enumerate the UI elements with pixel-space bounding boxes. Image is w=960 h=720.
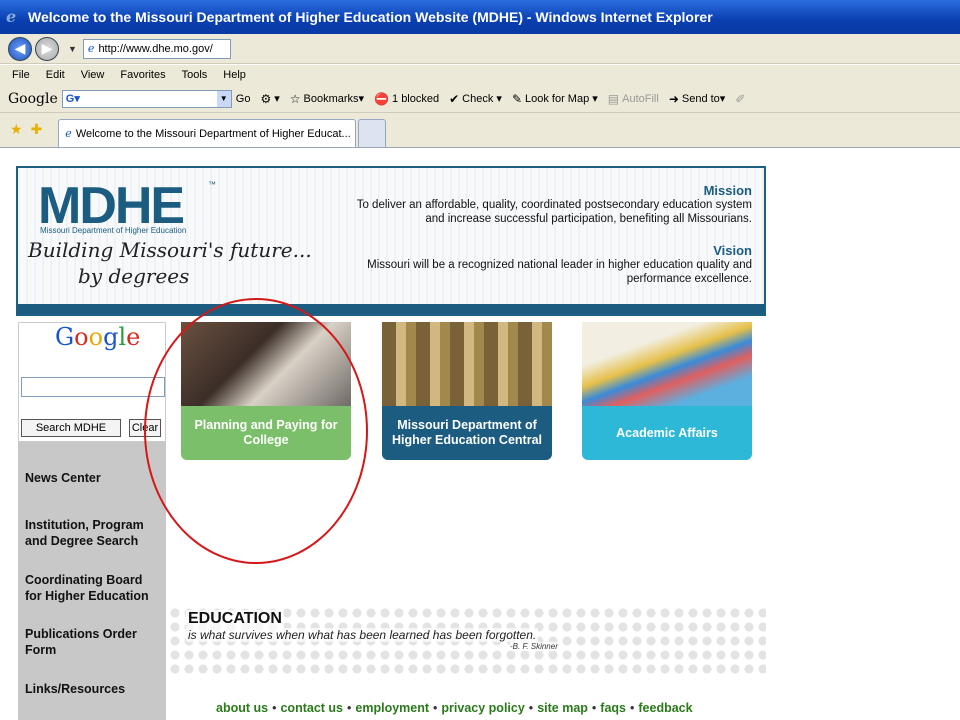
ie-logo-icon: e (6, 7, 17, 26)
mission-block: Mission To deliver an affordable, qualit… (352, 184, 752, 226)
trademark-mark: ™ (208, 180, 216, 189)
tile-academic-affairs[interactable]: Academic Affairs (582, 322, 752, 460)
red-highlight-circle (144, 298, 368, 564)
star-icon: ☆ (289, 91, 301, 106)
menu-favorites[interactable]: Favorites (120, 69, 165, 81)
forward-button[interactable]: ▶ (35, 36, 59, 61)
google-g-icon[interactable]: G▾ (63, 92, 80, 105)
tile-label: Academic Affairs (582, 406, 752, 460)
back-button[interactable]: ◀ (8, 36, 32, 61)
search-mdhe-button[interactable]: Search MDHE (21, 419, 121, 437)
look-for-map-button[interactable]: ✎ Look for Map ▾ (512, 92, 598, 106)
vision-block: Vision Missouri will be a recognized nat… (352, 244, 752, 286)
nav-publications-order[interactable]: Publications Order Form (25, 626, 160, 658)
favorites-center-icon[interactable]: ★ (10, 121, 23, 138)
send-to-button[interactable]: ➜ Send to▾ (669, 92, 726, 106)
add-favorites-icon[interactable]: ✚ (31, 121, 43, 138)
url-text: http://www.dhe.mo.gov/ (98, 42, 213, 55)
autofill-button[interactable]: ▤ AutoFill (608, 92, 659, 106)
spellcheck-button[interactable]: ✔ Check ▾ (449, 92, 502, 106)
options-icon: ⚙ (260, 91, 272, 106)
chevron-down-icon[interactable]: ▼ (216, 90, 231, 107)
highlighter-button[interactable]: ✐ (735, 92, 748, 106)
menu-tools[interactable]: Tools (182, 69, 208, 81)
window-title: Welcome to the Missouri Department of Hi… (28, 9, 713, 25)
menu-file[interactable]: File (12, 69, 30, 81)
google-toolbar-logo[interactable]: Google (8, 91, 58, 107)
google-logo: Google (55, 323, 141, 351)
popup-blocked-icon: ⛔ (374, 91, 390, 106)
site-search-input[interactable] (21, 377, 165, 397)
google-toolbar: Google G▾ ▼ Go ⚙ ▾ ☆ Bookmarks▾ ⛔ 1 blocked… (0, 85, 960, 113)
menu-bar: File Edit View Favorites Tools Help (0, 65, 960, 85)
nav-institution-search[interactable]: Institution, Program and Degree Search (25, 517, 160, 549)
tile-mdhe-central[interactable]: Missouri Department of Higher Education … (382, 322, 552, 460)
footer-feedback[interactable]: feedback (638, 701, 692, 715)
mission-title: Mission (703, 183, 752, 198)
nav-links-resources[interactable]: Links/Resources (25, 681, 160, 697)
tab-mdhe[interactable]: e Welcome to the Missouri Department of … (58, 119, 357, 147)
google-go-button[interactable]: Go (236, 93, 251, 105)
google-toolbar-search-input[interactable]: G▾ ▼ (61, 89, 232, 108)
education-quote-block: EDUCATION is what survives when what has… (168, 606, 766, 678)
spellcheck-icon: ✔ (449, 91, 460, 106)
toolbar-options-button[interactable]: ⚙ ▾ (260, 92, 279, 106)
footer-about-us[interactable]: about us (216, 701, 268, 715)
footer-faqs[interactable]: faqs (600, 701, 626, 715)
bookmarks-button[interactable]: ☆ Bookmarks▾ (290, 92, 364, 106)
url-input[interactable]: e http://www.dhe.mo.gov/ (82, 38, 231, 59)
site-banner: MDHE ™ Missouri Department of Higher Edu… (16, 166, 766, 316)
tab-favicon-icon: e (65, 127, 72, 140)
nav-coordinating-board[interactable]: Coordinating Board for Higher Education (25, 572, 160, 604)
footer-links: about us • contact us • employment • privac… (216, 701, 693, 715)
menu-edit[interactable]: Edit (46, 69, 65, 81)
mission-text: To deliver an affordable, quality, coord… (356, 199, 752, 225)
quote-heading: EDUCATION (186, 610, 284, 628)
nav-news-center[interactable]: News Center (25, 470, 160, 486)
mdhe-logo[interactable]: MDHE (38, 180, 185, 232)
history-dropdown-icon[interactable]: ▼ (68, 44, 77, 54)
columns-photo (382, 322, 552, 406)
quote-text: is what survives when what has been lear… (186, 628, 539, 642)
popup-blocked-button[interactable]: ⛔ 1 blocked (374, 92, 439, 106)
footer-site-map[interactable]: site map (537, 701, 588, 715)
quote-author: -B. F. Skinner (510, 642, 558, 651)
footer-contact-us[interactable]: contact us (280, 701, 343, 715)
logo-subtitle: Missouri Department of Higher Education (40, 226, 187, 235)
address-bar: ◀ ▶ ▼ e http://www.dhe.mo.gov/ (0, 34, 960, 64)
vision-text: Missouri will be a recognized national l… (367, 259, 752, 285)
autofill-icon: ▤ (607, 91, 620, 106)
menu-view[interactable]: View (81, 69, 105, 81)
page-content: MDHE ™ Missouri Department of Higher Edu… (0, 147, 960, 720)
tagline-line-2: by degrees (78, 264, 190, 288)
vision-title: Vision (713, 243, 752, 258)
folders-photo (582, 322, 752, 406)
tagline-line-1: Building Missouri's future... (28, 238, 312, 262)
map-icon: ✎ (511, 91, 522, 106)
tile-label: Missouri Department of Higher Education … (382, 406, 552, 460)
menu-help[interactable]: Help (223, 69, 246, 81)
footer-privacy-policy[interactable]: privacy policy (441, 701, 524, 715)
highlighter-icon: ✐ (735, 91, 746, 106)
sidebar: Google Search MDHE Clear News Center Ins… (18, 322, 166, 720)
tab-row: ★ ✚ e Welcome to the Missouri Department… (0, 113, 960, 147)
new-tab-button[interactable] (358, 119, 387, 147)
footer-employment[interactable]: employment (355, 701, 429, 715)
banner-strip (18, 304, 764, 314)
page-favicon-icon: e (87, 42, 95, 55)
tab-label: Welcome to the Missouri Department of Hi… (75, 127, 351, 140)
send-icon: ➜ (668, 91, 679, 106)
window-titlebar: e Welcome to the Missouri Department of … (0, 0, 960, 34)
